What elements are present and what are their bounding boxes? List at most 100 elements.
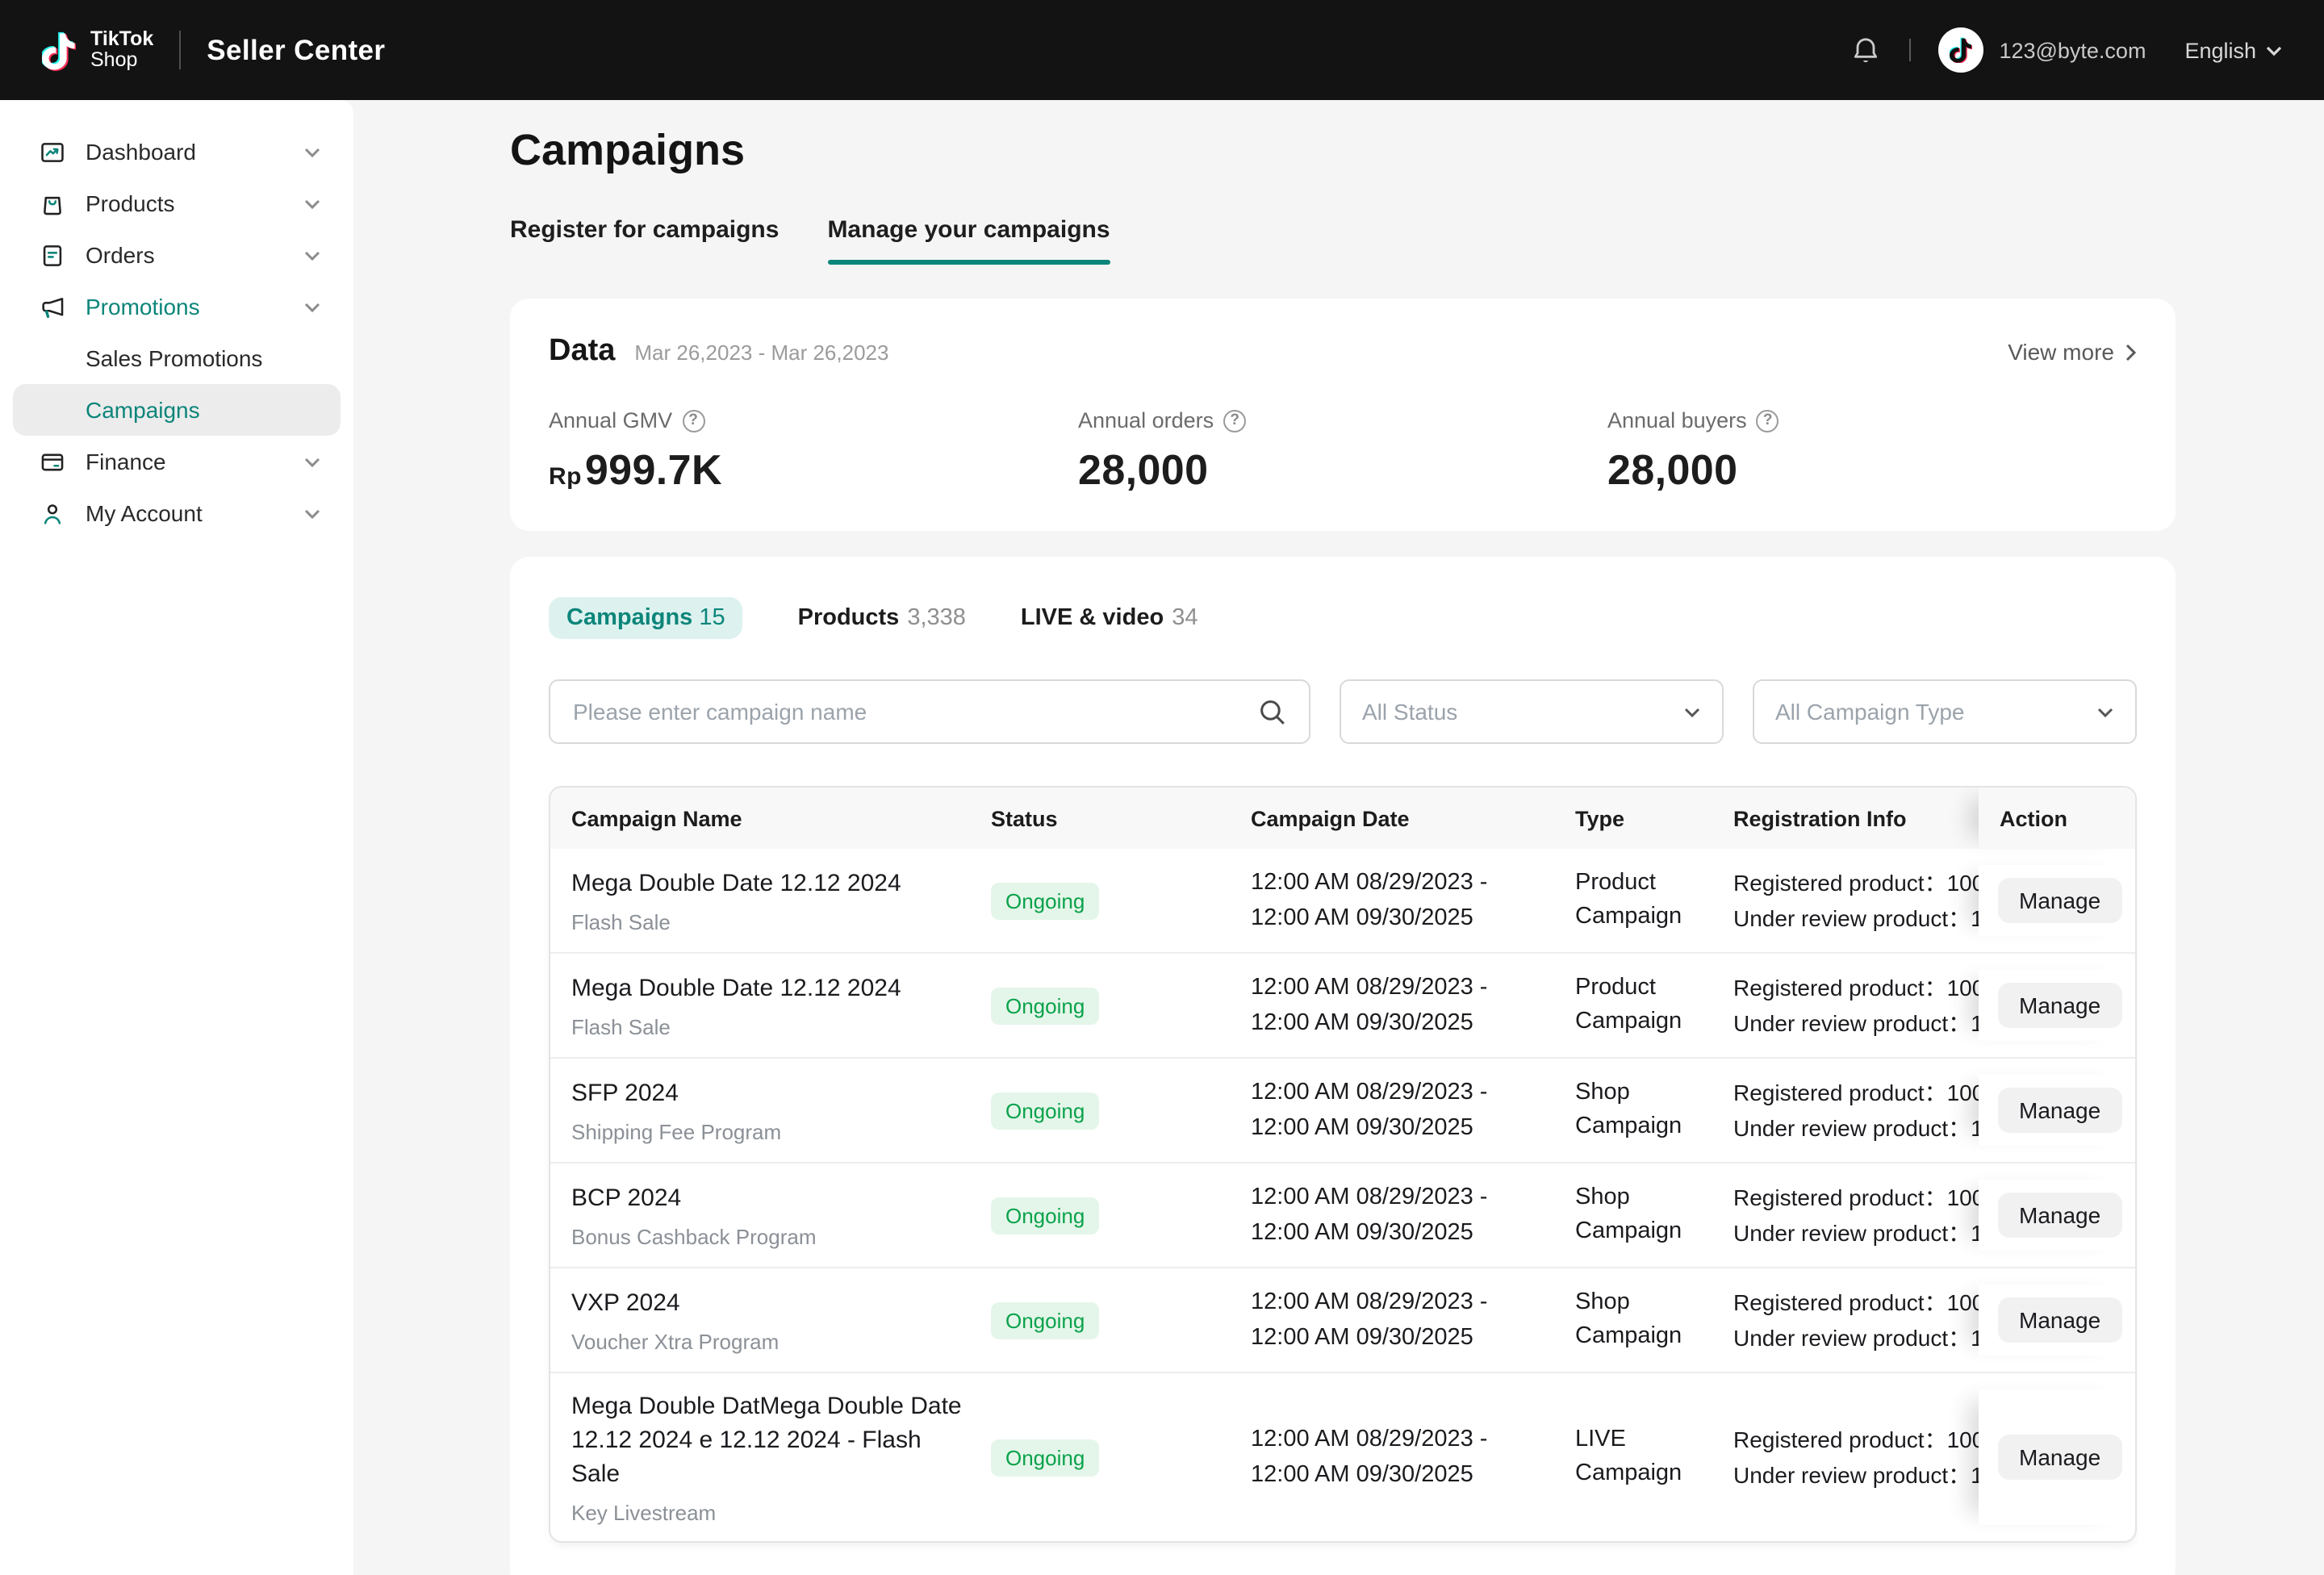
sidebar-item-label: Campaigns (86, 397, 200, 423)
data-card: Data Mar 26,2023 - Mar 26,2023 View more… (510, 299, 2176, 531)
tab-register-for-campaigns[interactable]: Register for campaigns (510, 216, 779, 265)
app-root: TikTok Shop Seller Center 123@byte.c (0, 0, 2324, 1575)
type-cell: LIVE Campaign (1554, 1423, 1712, 1491)
sidebar-item-my-account[interactable]: My Account (13, 487, 341, 539)
registration-info-cell: Registered product：100 Under review prod… (1712, 1422, 1979, 1493)
sidebar-item-label: Products (86, 190, 175, 216)
account-icon (39, 499, 66, 527)
metric-value: 28,000 (1078, 445, 1208, 494)
manage-button[interactable]: Manage (1998, 1088, 2121, 1133)
logo-line2: Shop (90, 50, 153, 71)
metric-label: Annual buyers (1607, 408, 1747, 432)
search-icon[interactable] (1259, 698, 1286, 725)
col-type: Type (1554, 806, 1712, 830)
metric-annual-orders: Annual orders ? 28,000 (1078, 408, 1607, 495)
type-cell: Product Campaign (1554, 971, 1712, 1039)
campaign-name: Mega Double DatMega Double Date 12.12 20… (571, 1389, 970, 1491)
campaign-subtitle: Flash Sale (571, 910, 970, 934)
manage-button[interactable]: Manage (1998, 878, 2121, 923)
sidebar-item-orders[interactable]: Orders (13, 229, 341, 281)
bell-icon[interactable] (1849, 33, 1881, 67)
campaign-name-cell: BCP 2024 Bonus Cashback Program (550, 1181, 970, 1249)
tab-manage-your-campaigns[interactable]: Manage your campaigns (827, 216, 1110, 265)
topbar-separator (1908, 39, 1910, 61)
campaign-name-cell: SFP 2024 Shipping Fee Program (550, 1076, 970, 1144)
campaign-date-cell: 12:00 AM 08/29/2023 - 12:00 AM 09/30/202… (1230, 1180, 1554, 1251)
status-badge: Ongoing (991, 987, 1099, 1024)
avatar[interactable] (1937, 27, 1983, 73)
language-selector[interactable]: English (2184, 38, 2282, 62)
list-tabs: Campaigns 15 Products 3,338 LIVE & video… (549, 595, 2137, 641)
list-tab-products[interactable]: Products 3,338 (798, 605, 966, 631)
action-cell: Manage (1979, 1285, 2135, 1356)
action-cell: Manage (1979, 1075, 2135, 1146)
help-icon[interactable]: ? (1223, 409, 1246, 432)
col-campaign-name: Campaign Name (550, 806, 970, 830)
list-tab-count: 3,338 (907, 605, 966, 631)
col-campaign-date: Campaign Date (1230, 806, 1554, 830)
view-more-label: View more (2008, 339, 2114, 365)
manage-button[interactable]: Manage (1998, 1435, 2121, 1480)
status-filter-value: All Status (1362, 699, 1457, 725)
manage-button[interactable]: Manage (1998, 1193, 2121, 1238)
metric-annual-gmv: Annual GMV ? Rp999.7K (549, 408, 1078, 495)
metric-value: 28,000 (1607, 445, 1737, 494)
chevron-down-icon (2096, 706, 2114, 717)
sidebar-item-label: Promotions (86, 294, 200, 320)
status-cell: Ongoing (970, 987, 1230, 1024)
table-row: VXP 2024 Voucher Xtra Program Ongoing 12… (550, 1267, 2135, 1372)
sidebar-item-dashboard[interactable]: Dashboard (13, 126, 341, 178)
status-cell: Ongoing (970, 1092, 1230, 1129)
list-tab-label: LIVE & video (1021, 605, 1164, 631)
registration-info-cell: Registered product：100 Under review prod… (1712, 1285, 1979, 1356)
type-cell: Product Campaign (1554, 867, 1712, 934)
help-icon[interactable]: ? (682, 409, 704, 432)
main-content: Campaigns Register for campaigns Manage … (353, 100, 2324, 1575)
currency-prefix: Rp (549, 463, 582, 491)
list-tab-campaigns[interactable]: Campaigns 15 (549, 597, 743, 639)
chevron-down-icon (303, 456, 321, 467)
campaign-date-cell: 12:00 AM 08/29/2023 - 12:00 AM 09/30/202… (1230, 865, 1554, 936)
list-tab-label: Products (798, 605, 900, 631)
tiktok-shop-logo[interactable]: TikTok Shop (90, 29, 153, 71)
sidebar-item-campaigns[interactable]: Campaigns (13, 384, 341, 436)
list-tab-count: 15 (699, 605, 725, 631)
manage-button[interactable]: Manage (1998, 983, 2121, 1028)
app-body: Dashboard Products Orders (0, 100, 2324, 1575)
dashboard-icon (39, 138, 66, 165)
data-card-header: Data Mar 26,2023 - Mar 26,2023 View more (549, 334, 2137, 370)
status-badge: Ongoing (991, 1092, 1099, 1129)
page-title: Campaigns (510, 123, 2176, 178)
campaign-type-filter-select[interactable]: All Campaign Type (1753, 679, 2137, 744)
campaign-name: Mega Double Date 12.12 2024 (571, 971, 970, 1005)
campaign-date-cell: 12:00 AM 08/29/2023 - 12:00 AM 09/30/202… (1230, 1075, 1554, 1146)
type-cell: Shop Campaign (1554, 1286, 1712, 1354)
campaign-name: SFP 2024 (571, 1076, 970, 1110)
campaign-list-card: Campaigns 15 Products 3,338 LIVE & video… (510, 557, 2176, 1575)
sidebar-item-products[interactable]: Products (13, 178, 341, 229)
finance-icon (39, 448, 66, 475)
campaign-search (549, 679, 1310, 744)
chevron-right-icon (2125, 343, 2137, 361)
view-more-link[interactable]: View more (2008, 339, 2137, 365)
list-tab-live-video[interactable]: LIVE & video 34 (1021, 605, 1198, 631)
status-cell: Ongoing (970, 882, 1230, 919)
data-date-range: Mar 26,2023 - Mar 26,2023 (634, 340, 888, 365)
status-filter-select[interactable]: All Status (1340, 679, 1724, 744)
sidebar-item-promotions[interactable]: Promotions (13, 281, 341, 332)
sidebar-item-finance[interactable]: Finance (13, 436, 341, 487)
registration-info-cell: Registered product：100 Under review prod… (1712, 865, 1979, 936)
manage-button[interactable]: Manage (1998, 1297, 2121, 1343)
campaign-subtitle: Flash Sale (571, 1015, 970, 1039)
search-input[interactable] (573, 699, 1246, 725)
campaign-name-cell: Mega Double DatMega Double Date 12.12 20… (550, 1389, 970, 1525)
sidebar-item-sales-promotions[interactable]: Sales Promotions (13, 332, 341, 384)
chevron-down-icon (1683, 706, 1701, 717)
sidebar-item-label: Dashboard (86, 139, 196, 165)
promotions-icon (39, 293, 66, 320)
campaign-date-cell: 12:00 AM 08/29/2023 - 12:00 AM 09/30/202… (1230, 970, 1554, 1041)
help-icon[interactable]: ? (1757, 409, 1779, 432)
campaign-subtitle: Key Livestream (571, 1501, 970, 1525)
campaign-name-cell: VXP 2024 Voucher Xtra Program (550, 1286, 970, 1354)
campaign-subtitle: Shipping Fee Program (571, 1120, 970, 1144)
